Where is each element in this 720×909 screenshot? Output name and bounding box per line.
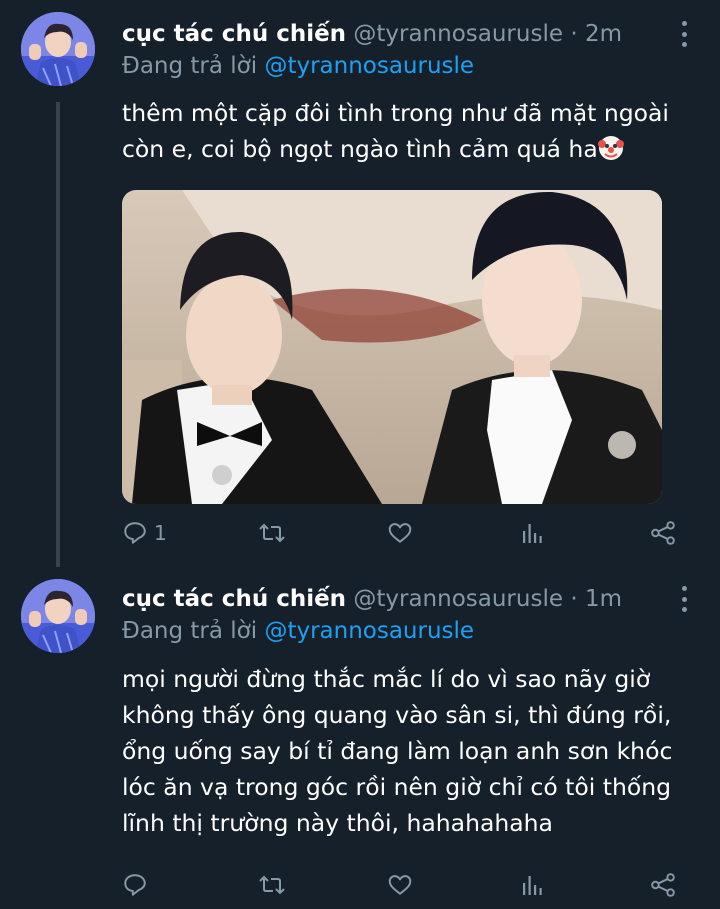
- replying-to-handle[interactable]: @tyrannosaurusle: [264, 53, 474, 79]
- separator-dot: ·: [570, 21, 578, 47]
- share-button[interactable]: [650, 517, 676, 549]
- tweet-image[interactable]: [122, 190, 662, 504]
- more-icon[interactable]: [674, 586, 694, 612]
- tweet-header: cục tác chú chiến @tyrannosaurusle · 2m: [122, 19, 622, 49]
- tweet[interactable]: cục tác chú chiến @tyrannosaurusle · 2m …: [0, 0, 720, 567]
- replying-to: Đang trả lời @tyrannosaurusle: [122, 616, 474, 646]
- replying-to-label: Đang trả lời: [122, 53, 258, 79]
- replying-to: Đang trả lời @tyrannosaurusle: [122, 51, 474, 81]
- timestamp[interactable]: 2m: [585, 21, 622, 47]
- like-icon: [388, 523, 412, 543]
- like-icon: [388, 875, 412, 895]
- analytics-icon: [523, 524, 542, 543]
- retweet-icon: [259, 875, 285, 895]
- avatar[interactable]: [21, 579, 95, 653]
- replying-to-handle[interactable]: @tyrannosaurusle: [264, 618, 474, 644]
- share-icon: [651, 873, 675, 897]
- reply-icon: [124, 522, 146, 544]
- separator-dot: ·: [570, 586, 578, 612]
- analytics-button[interactable]: [520, 517, 544, 549]
- tweet-actions: [122, 869, 692, 901]
- reply-button[interactable]: [122, 869, 154, 901]
- share-button[interactable]: [650, 869, 676, 901]
- like-button[interactable]: [387, 869, 413, 901]
- clown-face-icon: [597, 136, 624, 160]
- reply-count: 1: [154, 521, 167, 545]
- tweet-text: mọi người đừng thắc mắc lí do vì sao nãy…: [122, 661, 692, 841]
- analytics-icon: [523, 876, 542, 895]
- tweet-text-content: mọi người đừng thắc mắc lí do vì sao nãy…: [122, 665, 673, 837]
- retweet-button[interactable]: [258, 517, 286, 549]
- tweet-header: cục tác chú chiến @tyrannosaurusle · 1m: [122, 584, 622, 614]
- more-icon[interactable]: [674, 21, 694, 47]
- reply-button[interactable]: 1: [122, 517, 167, 549]
- analytics-button[interactable]: [520, 869, 544, 901]
- tweet-actions: 1: [122, 517, 692, 549]
- tweet-text: thêm một cặp đôi tình trong như đã mặt n…: [122, 95, 692, 167]
- user-handle[interactable]: @tyrannosaurusle: [353, 586, 563, 612]
- avatar[interactable]: [21, 12, 95, 86]
- tweet-text-content: thêm một cặp đôi tình trong như đã mặt n…: [122, 99, 669, 163]
- retweet-button[interactable]: [258, 869, 286, 901]
- tweet[interactable]: cục tác chú chiến @tyrannosaurusle · 1m …: [0, 567, 720, 909]
- timestamp[interactable]: 1m: [585, 586, 622, 612]
- like-button[interactable]: [387, 517, 413, 549]
- display-name[interactable]: cục tác chú chiến: [122, 21, 346, 47]
- display-name[interactable]: cục tác chú chiến: [122, 586, 346, 612]
- reply-icon: [124, 874, 146, 896]
- user-handle[interactable]: @tyrannosaurusle: [353, 21, 563, 47]
- replying-to-label: Đang trả lời: [122, 618, 258, 644]
- retweet-icon: [259, 523, 285, 543]
- share-icon: [651, 521, 675, 545]
